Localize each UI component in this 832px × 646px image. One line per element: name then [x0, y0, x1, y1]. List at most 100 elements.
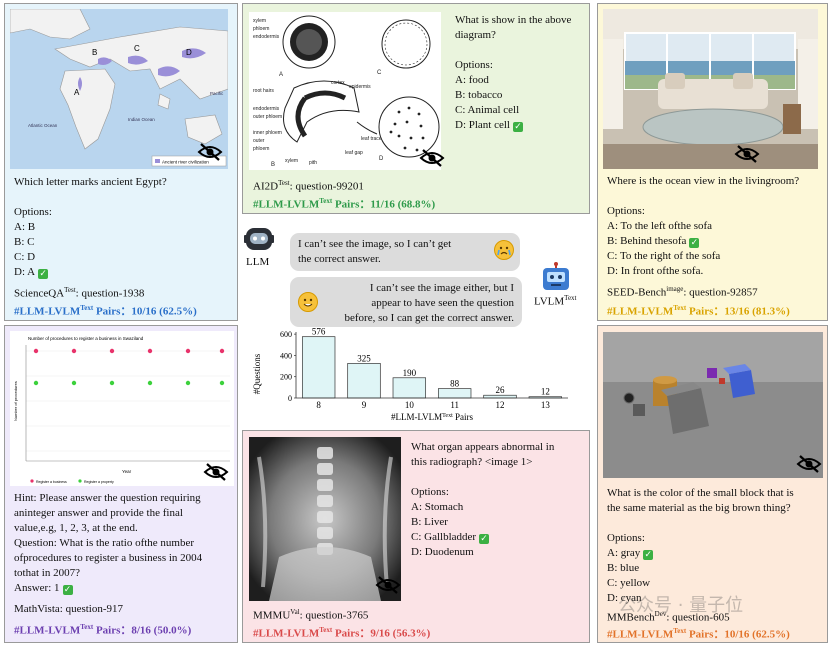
lvlm-chat-bubble: I can’t see the image either, but I appe… [290, 277, 522, 327]
plot-y-label: Number of procedures [13, 381, 18, 421]
check-icon: ✓ [479, 534, 490, 544]
seed-option-c: C: To the right of the sofa [607, 250, 721, 262]
bar-10 [392, 377, 427, 399]
grinning-face-icon [298, 292, 318, 312]
ai2d-label-outer: outer [253, 138, 265, 144]
map-label-d: D [186, 48, 192, 57]
bar-value-label: 26 [496, 385, 506, 395]
seed-option-d: D: In front ofthe sofa. [607, 265, 704, 277]
ai2d-label-inner-phloem: inner phloem [253, 130, 282, 136]
scienceqa-stat: #LLM-LVLMText Pairs：10/16 (62.5%) [14, 304, 197, 318]
scienceqa-panel: A B C D Atlantic Ocean Indian Ocean Paci… [4, 3, 238, 321]
ai2d-label-c: C [377, 70, 382, 76]
seed-question: Where is the ocean view in the livingroo… [607, 175, 800, 187]
mmmu-option-c: C: Gallbladder [411, 531, 477, 543]
bar-12 [483, 394, 517, 399]
ai2d-panel: xylem phloem endodermis cortex epidermis… [242, 3, 590, 214]
eye-slash-icon [197, 143, 223, 161]
mathvista-line-5: ofprocedures to register a business in 2… [14, 552, 203, 564]
mmbench-option-a: A: gray [607, 547, 641, 559]
mmbench-option-c: C: yellow [607, 577, 651, 589]
check-icon: ✓ [62, 585, 73, 595]
eye-slash-icon [419, 149, 445, 167]
ai2d-label-epidermis: epidermis [349, 84, 371, 90]
scienceqa-source-id: : question-1938 [75, 287, 145, 300]
scienceqa-question: Which letter marks ancient Egypt? [14, 176, 167, 188]
x-tick-label: 9 [362, 400, 367, 410]
mmmu-source-name: MMMU [253, 609, 291, 622]
ai2d-label-root-hairs: root hairs [253, 88, 274, 94]
map-ocean-atlantic: Atlantic Ocean [28, 123, 58, 128]
mmmu-source-sup: Val [290, 608, 300, 616]
eye-slash-icon [203, 463, 229, 481]
llm-msg-line-1: I can’t see the image, so I can’t get [298, 238, 452, 250]
seed-source-name: SEED-Bench [607, 286, 667, 299]
y-tick-label: 200 [280, 373, 292, 382]
lvlm-msg-line-1: I can’t see the image either, but I [369, 282, 514, 294]
check-icon: ✓ [689, 238, 700, 248]
plot-x-label: Year [122, 469, 132, 474]
y-tick-label: 600 [280, 330, 292, 339]
seed-source-id: : question-92857 [683, 286, 758, 299]
bar-value-label: 325 [357, 353, 371, 363]
ai2d-option-c: C: Animal cell [455, 104, 520, 116]
mathvista-line-6: tothat in 2007? [14, 567, 80, 579]
llm-chat-bubble: I can’t see the image, so I can’t get th… [290, 233, 520, 271]
mathvista-source-id: : question-917 [59, 603, 124, 615]
map-label-b: B [92, 48, 97, 57]
lvlm-msg-line-3: before, so I can get the correct answer. [344, 312, 514, 324]
plot-legend-2: Register a property [84, 480, 114, 484]
mmmu-option-d: D: Duodenum [411, 546, 474, 558]
ai2d-options-label: Options: [455, 59, 493, 71]
ai2d-label-d: D [379, 156, 384, 162]
questions-bar-chart: 576 8 325 9 190 10 88 11 26 12 12 13 0 200 400 600 #Qu… [252, 328, 568, 422]
bar-value-label: 190 [403, 368, 417, 378]
scienceqa-option-c: C: D [14, 251, 36, 263]
scienceqa-option-b: B: C [14, 236, 35, 248]
seed-stat: #LLM-LVLMText Pairs：13/16 (81.3%) [607, 304, 790, 318]
ai2d-label-endodermis-2: endodermis [253, 106, 280, 112]
mathvista-line-4: Question: What is the ratio ofthe number [14, 537, 195, 549]
plot-legend-1: Register a business [36, 480, 67, 484]
chart-y-label: #Questions [252, 353, 262, 394]
ai2d-label-leaf-trace: leaf trace [361, 136, 382, 142]
mmmu-option-a: A: Stomach [411, 501, 464, 513]
ai2d-question-line-2: diagram? [455, 29, 496, 41]
ai2d-label-phloem-2: phloem [253, 146, 269, 152]
check-icon: ✓ [38, 269, 49, 279]
ai2d-label-a: A [279, 72, 283, 78]
seed-option-a: A: To the left ofthe sofa [607, 220, 713, 232]
bar-value-label: 576 [312, 328, 326, 337]
mmbench-panel: What is the color of the small block tha… [597, 325, 828, 643]
ai2d-label-cortex: cortex [331, 80, 345, 86]
blocks-render-image [603, 332, 823, 478]
ai2d-source-id: : question-99201 [289, 180, 364, 193]
mathvista-answer: Answer: 1 [14, 582, 60, 594]
mmmu-question-line-2: this radiograph? <image 1> [411, 456, 533, 468]
ai2d-label-xylem: xylem [253, 18, 266, 24]
mmmu-stat: #LLM-LVLMText Pairs：9/16 (56.3%) [253, 626, 431, 640]
seed-panel: Where is the ocean view in the livingroo… [597, 3, 828, 321]
ai2d-label-outer-phloem: outer phloem [253, 114, 282, 120]
map-ocean-pacific: Pacific [210, 91, 224, 96]
scienceqa-option-a: A: B [14, 221, 36, 233]
mmbench-options-label: Options: [607, 532, 645, 544]
plant-stem-diagram: xylem phloem endodermis cortex epidermis… [249, 12, 441, 170]
ai2d-stat: #LLM-LVLMText Pairs：11/16 (68.8%) [253, 197, 436, 211]
lvlm-msg-line-2: appear to have seen the question [371, 297, 514, 309]
bar-8 [301, 336, 336, 399]
crying-face-icon [494, 240, 514, 260]
ai2d-source-sup: Test [278, 179, 290, 187]
y-tick-label: 0 [288, 394, 292, 403]
mathvista-line-2: aninteger answer and provide the final [14, 507, 183, 519]
check-icon: ✓ [513, 122, 523, 132]
mmmu-source-id: : question-3765 [299, 609, 369, 622]
llm-label: LLM [246, 256, 270, 268]
y-tick-label: 400 [280, 351, 292, 360]
seed-source-sup: image [666, 285, 684, 293]
living-room-photo [603, 9, 818, 169]
x-tick-label: 13 [541, 400, 551, 410]
bar-value-label: 12 [541, 387, 550, 397]
seed-options-label: Options: [607, 205, 645, 217]
x-tick-label: 10 [405, 400, 415, 410]
